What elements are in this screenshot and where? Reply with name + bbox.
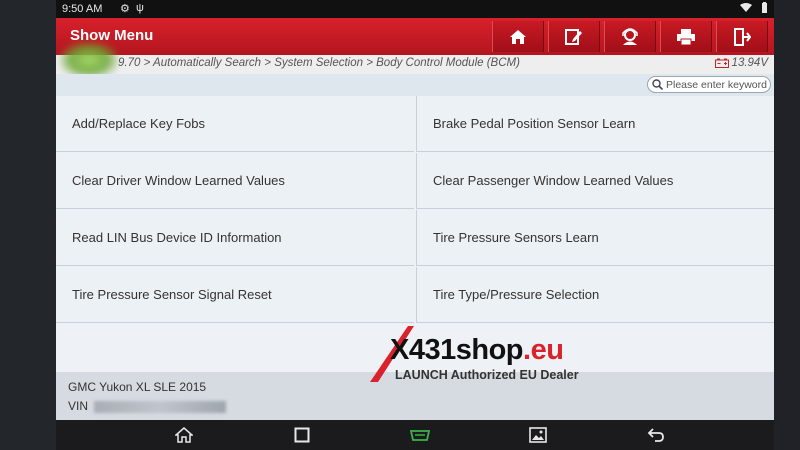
menu-item-tire-type-pressure[interactable]: Tire Type/Pressure Selection — [416, 267, 774, 323]
battery-voltage: 13.94V — [714, 57, 768, 69]
menu-item-clear-passenger-window[interactable]: Clear Passenger Window Learned Values — [416, 153, 774, 209]
device-bezel-right — [774, 0, 800, 450]
search-box[interactable] — [647, 76, 771, 93]
vin-value-blurred — [94, 400, 227, 413]
watermark-brand-shop: shop — [455, 334, 524, 366]
support-button[interactable] — [604, 21, 656, 52]
watermark-tagline: LAUNCH Authorized EU Dealer — [395, 368, 579, 382]
blurred-logo — [60, 42, 118, 78]
function-menu-grid: Add/Replace Key Fobs Brake Pedal Positio… — [56, 96, 774, 324]
home-icon — [175, 427, 193, 443]
menu-item-label: Tire Pressure Sensors Learn — [433, 230, 599, 245]
nav-vci-button[interactable] — [409, 425, 431, 445]
voltage-value: 13.94V — [731, 57, 768, 69]
recents-icon — [294, 427, 310, 443]
gear-status-icon: ⚙ — [120, 3, 130, 15]
nav-home-button[interactable] — [173, 425, 195, 445]
watermark-brand: X431shop.eu — [390, 334, 564, 367]
edit-button[interactable] — [548, 21, 600, 52]
home-icon — [510, 29, 526, 44]
device-bezel-left — [0, 0, 56, 450]
nav-back-button[interactable] — [645, 425, 667, 445]
menu-item-label: Add/Replace Key Fobs — [72, 116, 205, 131]
menu-item-read-lin-bus[interactable]: Read LIN Bus Device ID Information — [56, 210, 414, 266]
watermark-brand-eu: .eu — [523, 334, 564, 366]
menu-item-label: Brake Pedal Position Sensor Learn — [433, 116, 636, 131]
menu-item-add-replace-key-fobs[interactable]: Add/Replace Key Fobs — [56, 96, 414, 152]
wifi-icon — [739, 3, 755, 16]
status-bar: 9:50 AM ⚙ ψ — [56, 0, 774, 18]
vin-row: VIN — [68, 399, 227, 413]
system-nav-bar — [56, 420, 774, 450]
print-button[interactable] — [660, 21, 712, 52]
search-input[interactable] — [663, 78, 770, 91]
battery-icon — [761, 2, 768, 16]
home-button[interactable] — [492, 21, 544, 52]
menu-item-label: Tire Pressure Sensor Signal Reset — [72, 287, 272, 302]
search-row — [56, 74, 774, 96]
breadcrumb-bar: 9.70 > Automatically Search > System Sel… — [56, 55, 774, 74]
menu-item-tire-pressure-sensors-learn[interactable]: Tire Pressure Sensors Learn — [416, 210, 774, 266]
menu-item-label: Clear Passenger Window Learned Values — [433, 173, 674, 188]
car-battery-icon — [714, 58, 729, 68]
back-icon — [647, 428, 664, 442]
edit-icon — [565, 28, 582, 45]
app-header: Show Menu — [56, 18, 774, 55]
print-icon — [677, 28, 695, 45]
vci-icon — [409, 430, 431, 441]
nav-screenshot-button[interactable] — [527, 425, 549, 445]
menu-item-label: Clear Driver Window Learned Values — [72, 173, 285, 188]
screenshot-icon — [529, 427, 547, 443]
menu-item-brake-pedal-learn[interactable]: Brake Pedal Position Sensor Learn — [416, 96, 774, 152]
usb-status-icon: ψ — [136, 2, 144, 14]
support-icon — [622, 27, 638, 45]
menu-item-clear-driver-window[interactable]: Clear Driver Window Learned Values — [56, 153, 414, 209]
breadcrumb: 9.70 > Automatically Search > System Sel… — [118, 57, 520, 69]
vin-label: VIN — [68, 399, 89, 413]
nav-recents-button[interactable] — [291, 425, 313, 445]
search-icon — [652, 79, 663, 90]
exit-button[interactable] — [716, 21, 768, 52]
watermark-brand-x431: X431 — [390, 334, 456, 366]
menu-item-tire-pressure-signal-reset[interactable]: Tire Pressure Sensor Signal Reset — [56, 267, 414, 323]
status-time: 9:50 AM — [62, 3, 103, 15]
exit-icon — [734, 27, 751, 46]
menu-item-label: Read LIN Bus Device ID Information — [72, 230, 282, 245]
status-right-icons — [734, 2, 768, 16]
vehicle-model: GMC Yukon XL SLE 2015 — [68, 380, 207, 394]
menu-item-label: Tire Type/Pressure Selection — [433, 287, 600, 302]
